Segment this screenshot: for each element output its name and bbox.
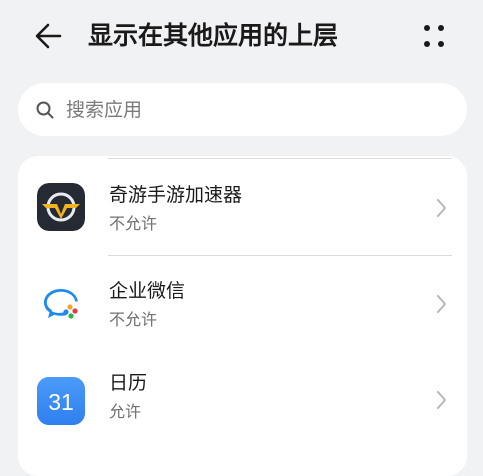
- app-list: 奇游手游加速器 不允许 企业微信 不允许 31 日历 允许: [18, 156, 467, 476]
- page-title: 显示在其他应用的上层: [88, 21, 339, 50]
- search-icon: [34, 99, 56, 121]
- qiyou-accelerator-icon: [37, 183, 85, 231]
- title-bar: 显示在其他应用的上层: [0, 0, 483, 72]
- permission-status: 允许: [109, 402, 142, 421]
- calendar-icon: 31: [37, 377, 85, 425]
- back-button[interactable]: [30, 18, 70, 54]
- app-name: 企业微信: [109, 280, 186, 302]
- app-name: 奇游手游加速器: [109, 184, 243, 206]
- more-options-button[interactable]: [416, 18, 452, 54]
- permission-status: 不允许: [109, 214, 158, 233]
- arrow-left-icon: [30, 23, 70, 58]
- divider: [108, 158, 452, 159]
- calendar-date-text: 31: [48, 389, 74, 415]
- app-row-qiyou[interactable]: 奇游手游加速器 不允许: [18, 160, 467, 256]
- app-row-calendar[interactable]: 31 日历 允许: [18, 352, 467, 448]
- chevron-right-icon: [434, 292, 450, 316]
- permission-status: 不允许: [109, 310, 158, 329]
- wecom-icon: [37, 280, 85, 328]
- more-dots-icon: [416, 25, 452, 58]
- app-row-wecom[interactable]: 企业微信 不允许: [18, 256, 467, 352]
- search-input[interactable]: [66, 83, 446, 136]
- chevron-right-icon: [434, 196, 450, 220]
- search-bar[interactable]: [18, 83, 467, 136]
- app-name: 日历: [109, 372, 148, 394]
- chevron-right-icon: [434, 388, 450, 412]
